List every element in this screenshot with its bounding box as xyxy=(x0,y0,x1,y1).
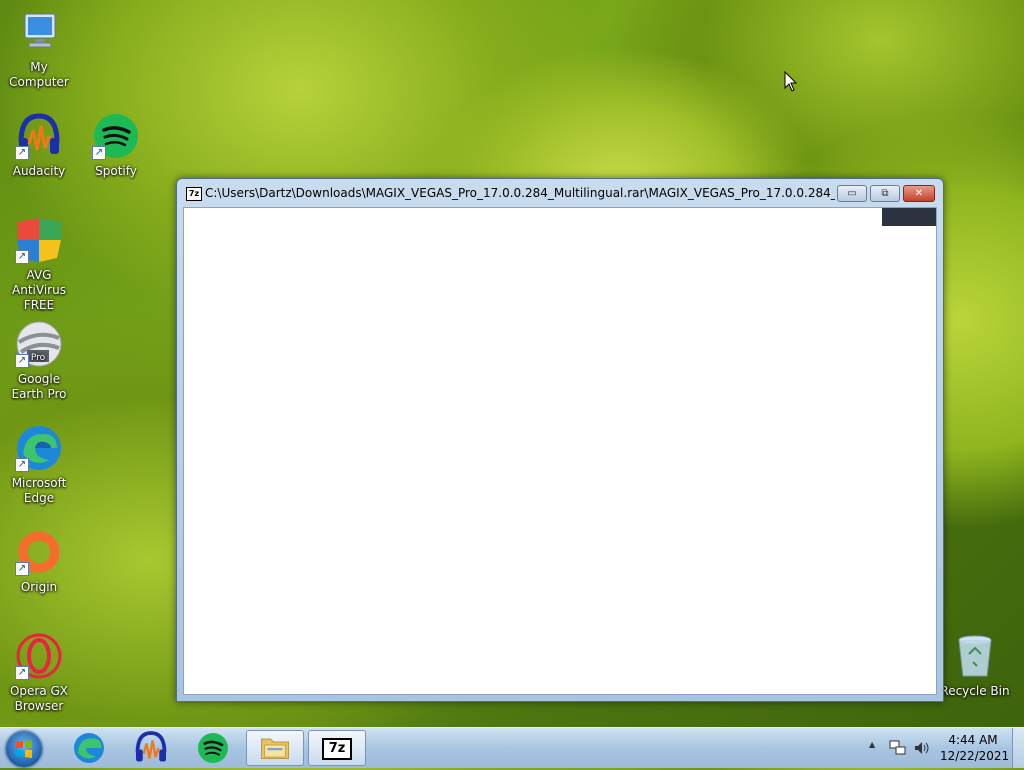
windows-logo-icon xyxy=(16,740,32,758)
avg-icon: ↗ xyxy=(15,216,63,264)
window-client-area[interactable] xyxy=(183,207,937,695)
tray-overflow-arrow[interactable]: ▲ xyxy=(869,740,875,749)
show-desktop-button[interactable] xyxy=(1012,728,1024,768)
shortcut-arrow-icon: ↗ xyxy=(15,146,29,160)
desktop-icon-label: Microsoft Edge xyxy=(11,476,67,505)
desktop-icon-label: Recycle Bin xyxy=(940,684,1010,698)
desktop-icon-label: Origin xyxy=(20,580,58,594)
mouse-cursor-icon xyxy=(784,71,798,92)
desktop-icon-spotify[interactable]: ↗ Spotify xyxy=(78,112,154,179)
desktop-icon-avg[interactable]: ↗ AVG AntiVirus FREE xyxy=(1,216,77,313)
desktop-icon-label: Audacity xyxy=(12,164,66,178)
shortcut-arrow-icon: ↗ xyxy=(15,666,29,680)
7zip-app-icon: 7z xyxy=(186,187,202,201)
desktop-icon-audacity[interactable]: ↗ Audacity xyxy=(1,112,77,179)
dark-overlay-region xyxy=(882,208,936,226)
shortcut-arrow-icon: ↗ xyxy=(15,562,29,576)
shortcut-arrow-icon: ↗ xyxy=(15,354,29,368)
spotify-icon: ↗ xyxy=(92,112,140,160)
taskbar-edge[interactable] xyxy=(60,730,118,766)
desktop-icon-origin[interactable]: ↗ Origin xyxy=(1,528,77,595)
taskbar-audacity[interactable] xyxy=(122,730,180,766)
desktop-icon-label: Spotify xyxy=(95,164,137,178)
recycle-bin-icon xyxy=(951,632,999,680)
desktop-icon-label: AVG AntiVirus FREE xyxy=(12,268,66,312)
clock-date: 12/22/2021 xyxy=(940,749,1010,763)
network-icon[interactable] xyxy=(889,740,907,756)
clock-time: 4:44 AM xyxy=(948,733,998,747)
desktop-icon-label: My Computer xyxy=(9,60,69,89)
folder-icon xyxy=(261,738,289,759)
svg-text:Pro: Pro xyxy=(31,353,46,363)
audacity-icon: ↗ xyxy=(15,112,63,160)
desktop-icon-opera-gx[interactable]: ↗ Opera GX Browser xyxy=(1,632,77,714)
computer-icon xyxy=(15,8,63,56)
desktop-icon-microsoft-edge[interactable]: ↗ Microsoft Edge xyxy=(1,424,77,506)
shortcut-arrow-icon: ↗ xyxy=(92,146,106,160)
audacity-icon xyxy=(135,731,167,762)
maximize-button[interactable]: ⧉ xyxy=(870,185,900,202)
taskbar-spotify[interactable] xyxy=(184,730,242,766)
taskbar-file-explorer[interactable] xyxy=(246,730,304,766)
window-title: C:\Users\Dartz\Downloads\MAGIX_VEGAS_Pro… xyxy=(205,186,835,200)
edge-icon xyxy=(74,733,104,763)
volume-icon[interactable] xyxy=(913,740,931,756)
desktop-icon-recycle-bin[interactable]: Recycle Bin xyxy=(937,632,1013,699)
opera-gx-icon: ↗ xyxy=(15,632,63,680)
origin-icon: ↗ xyxy=(15,528,63,576)
spotify-icon xyxy=(198,733,228,763)
taskbar: 7z ▲ 4:44 AM 12/22/2021 xyxy=(0,727,1024,768)
7zip-icon: 7z xyxy=(322,738,352,760)
archive-window[interactable]: 7z C:\Users\Dartz\Downloads\MAGIX_VEGAS_… xyxy=(176,178,944,702)
taskbar-7zip[interactable]: 7z xyxy=(308,730,366,766)
minimize-button[interactable]: ▭ xyxy=(837,185,867,202)
edge-icon: ↗ xyxy=(15,424,63,472)
desktop-icon-google-earth[interactable]: Pro ↗ Google Earth Pro xyxy=(1,320,77,402)
desktop-icon-label: Opera GX Browser xyxy=(9,684,69,713)
shortcut-arrow-icon: ↗ xyxy=(15,250,29,264)
desktop-icon-my-computer[interactable]: My Computer xyxy=(1,8,77,90)
start-button[interactable] xyxy=(6,731,42,767)
window-titlebar[interactable]: 7z C:\Users\Dartz\Downloads\MAGIX_VEGAS_… xyxy=(177,179,943,207)
close-button[interactable]: ✕ xyxy=(903,185,935,202)
system-clock[interactable]: 4:44 AM 12/22/2021 xyxy=(940,732,1010,764)
desktop-icon-label: Google Earth Pro xyxy=(11,372,67,401)
shortcut-arrow-icon: ↗ xyxy=(15,458,29,472)
google-earth-icon: Pro ↗ xyxy=(15,320,63,368)
